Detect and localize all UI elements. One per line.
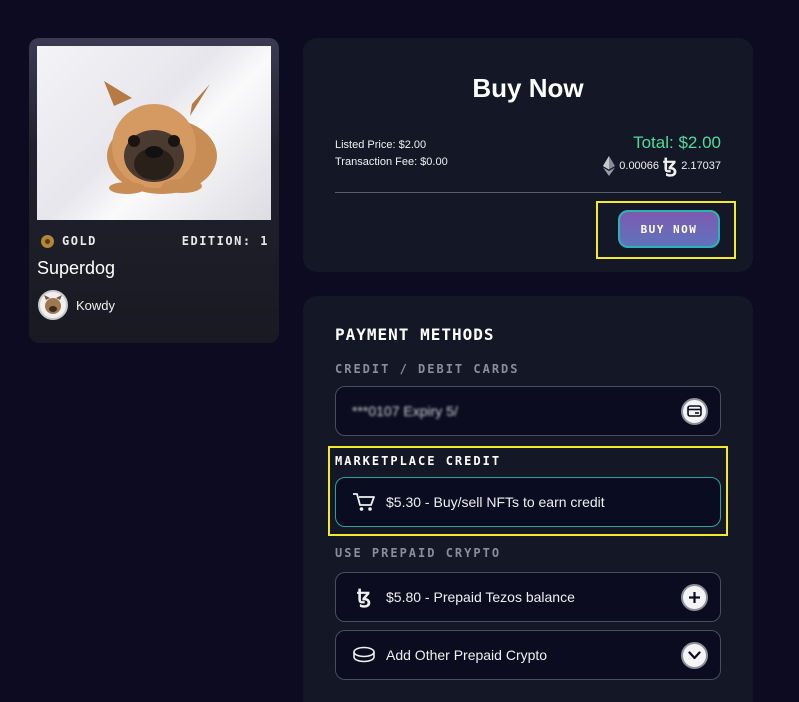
- buy-title: Buy Now: [472, 73, 584, 103]
- tezos-icon: ꜩ: [663, 155, 678, 177]
- listed-price: Listed Price: $2.00: [335, 139, 427, 151]
- nft-image: [37, 46, 271, 220]
- rarity-label: GOLD: [62, 234, 97, 248]
- transaction-fee: Transaction Fee: $0.00: [335, 156, 448, 168]
- nft-title[interactable]: Superdog: [37, 258, 115, 279]
- owner-name[interactable]: Kowdy: [76, 298, 115, 313]
- add-other-crypto-option[interactable]: Add Other Prepaid Crypto: [335, 630, 721, 680]
- crypto-price-line: 0.00066 ꜩ 2.17037: [603, 156, 721, 176]
- gold-coin-icon: [41, 234, 54, 248]
- chevron-down-icon[interactable]: [681, 642, 708, 669]
- avatar[interactable]: [38, 290, 68, 320]
- owner-row[interactable]: Kowdy: [38, 290, 115, 320]
- add-other-crypto-text: Add Other Prepaid Crypto: [386, 647, 548, 663]
- marketplace-credit-text: $5.30 - Buy/sell NFTs to earn credit: [386, 494, 605, 510]
- tez-amount: 2.17037: [681, 160, 721, 172]
- fee-breakdown: Listed Price: $2.00 Transaction Fee: $0.…: [335, 137, 448, 171]
- eth-amount: 0.00066: [619, 160, 660, 172]
- buy-panel: Buy Now Listed Price: $2.00 Transaction …: [303, 38, 753, 272]
- payment-methods-title: PAYMENT METHODS: [335, 325, 495, 344]
- plus-icon[interactable]: [681, 584, 708, 611]
- saved-card-option[interactable]: ***0107 Expiry 5/: [335, 386, 721, 436]
- buy-now-button[interactable]: BUY NOW: [618, 210, 720, 248]
- cards-section-label: CREDIT / DEBIT CARDS: [335, 362, 520, 376]
- edition-label: EDITION: 1: [181, 234, 269, 248]
- marketplace-credit-label: MARKETPLACE CREDIT: [335, 454, 502, 468]
- nft-card[interactable]: GOLD EDITION: 1 Superdog Kowdy: [29, 38, 279, 343]
- tezos-icon: ꜩ: [356, 586, 372, 608]
- french-bulldog-image: [104, 81, 217, 194]
- tezos-balance-option[interactable]: ꜩ $5.80 - Prepaid Tezos balance: [335, 572, 721, 622]
- coins-icon: [352, 646, 376, 664]
- marketplace-credit-option[interactable]: $5.30 - Buy/sell NFTs to earn credit: [335, 477, 721, 527]
- card-edit-icon[interactable]: [681, 398, 708, 425]
- rarity-row: GOLD EDITION: 1: [41, 234, 269, 248]
- divider: [335, 192, 721, 193]
- payment-panel: PAYMENT METHODS CREDIT / DEBIT CARDS ***…: [303, 296, 753, 702]
- owner-avatar-icon: [44, 295, 62, 314]
- card-details: ***0107 Expiry 5/: [352, 403, 458, 419]
- total-price: Total: $2.00: [633, 133, 721, 152]
- tezos-balance-text: $5.80 - Prepaid Tezos balance: [386, 589, 575, 605]
- cart-icon: [352, 492, 376, 512]
- ethereum-icon: [603, 156, 616, 176]
- prepaid-crypto-label: USE PREPAID CRYPTO: [335, 546, 502, 560]
